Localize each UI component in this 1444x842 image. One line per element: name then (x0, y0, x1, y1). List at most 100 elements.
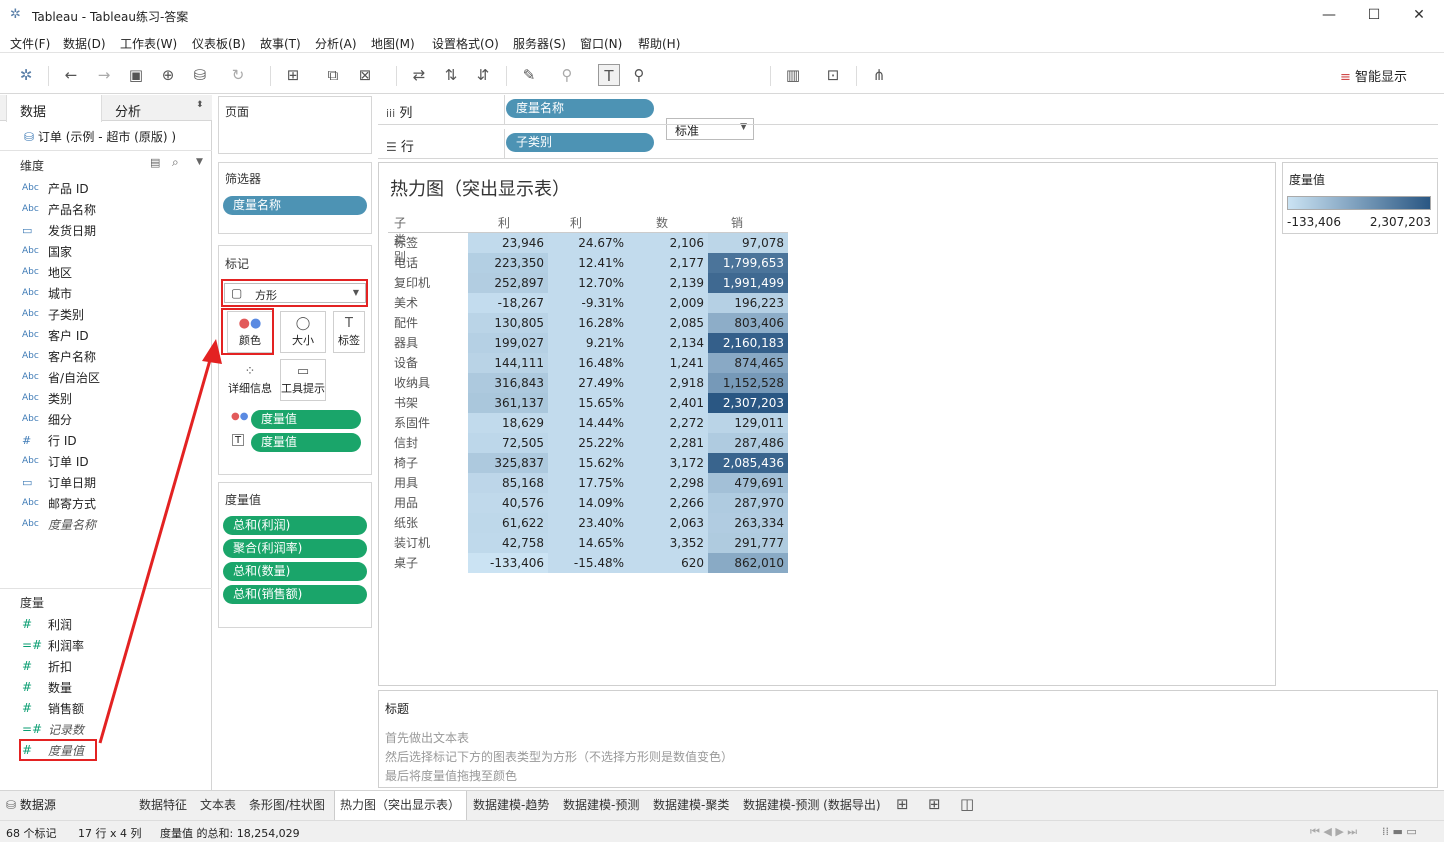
label-pill-measure-values[interactable]: 度量值 (251, 433, 361, 452)
sheet-tab-model-forecast-export[interactable]: 数据建模-预测 (数据导出) (743, 796, 881, 813)
heat-cell[interactable]: 3,172 (628, 453, 708, 473)
menu-format[interactable]: 设置格式(O) (432, 35, 499, 52)
heat-cell[interactable]: 40,576 (468, 493, 548, 513)
heat-cell[interactable]: 361,137 (468, 393, 548, 413)
heat-cell[interactable]: 2,177 (628, 253, 708, 273)
heat-cell[interactable]: 2,298 (628, 473, 708, 493)
size-mark-button[interactable]: ◯ 大小 (280, 311, 326, 353)
heat-cell[interactable]: 24.67% (548, 233, 628, 253)
dimension-field[interactable]: Abc 省/自治区 (22, 367, 100, 387)
sheet-tab-data-features[interactable]: 数据特征 (139, 796, 187, 813)
new-worksheet-icon[interactable]: ⊞ (896, 795, 909, 813)
heat-cell[interactable]: 2,160,183 (708, 333, 788, 353)
heat-cell[interactable]: -9.31% (548, 293, 628, 313)
refresh-icon[interactable]: ↻ (227, 64, 249, 86)
heat-cell[interactable]: 479,691 (708, 473, 788, 493)
new-story-icon[interactable]: ◫ (960, 795, 974, 813)
swap-rows-columns-icon[interactable]: ⇄ (408, 64, 430, 86)
row-label[interactable]: 复印机 (388, 273, 468, 293)
heat-cell[interactable]: 16.28% (548, 313, 628, 333)
row-label[interactable]: 电话 (388, 253, 468, 273)
heat-cell[interactable]: 9.21% (548, 333, 628, 353)
heat-cell[interactable]: 23.40% (548, 513, 628, 533)
heat-cell[interactable]: 72,505 (468, 433, 548, 453)
dimension-field[interactable]: Abc 地区 (22, 262, 72, 282)
dimension-field[interactable]: Abc 细分 (22, 409, 72, 429)
heat-cell[interactable]: 3,352 (628, 533, 708, 553)
sheet-sorter-icon[interactable]: ⁞⁞ ▬ ▭ (1382, 825, 1417, 838)
detail-mark-button[interactable]: ⁘ 详细信息 (227, 359, 273, 401)
tab-analysis[interactable]: 分析 ⬍ (102, 95, 210, 121)
heat-cell[interactable]: 862,010 (708, 553, 788, 573)
dimension-field[interactable]: Abc 国家 (22, 241, 72, 261)
heat-cell[interactable]: 17.75% (548, 473, 628, 493)
mv-pill-profit-ratio[interactable]: 聚合(利润率) (223, 539, 367, 558)
sheet-tab-model-forecast[interactable]: 数据建模-预测 (563, 796, 639, 813)
save-icon[interactable]: ▣ (125, 64, 147, 86)
heat-cell[interactable]: 18,629 (468, 413, 548, 433)
heat-cell[interactable]: 2,918 (628, 373, 708, 393)
heat-cell[interactable]: 196,223 (708, 293, 788, 313)
sort-descending-icon[interactable]: ⇵ (472, 64, 494, 86)
measure-field[interactable]: # 销售额 (22, 698, 84, 718)
show-me-button[interactable]: ≡ 智能显示 (1340, 66, 1407, 85)
heat-cell[interactable]: 97,078 (708, 233, 788, 253)
fix-axes-icon[interactable]: ⚲ (628, 64, 650, 86)
show-mark-labels-icon[interactable]: T (598, 64, 620, 86)
heat-cell[interactable]: 1,241 (628, 353, 708, 373)
dimensions-menu-icon[interactable]: ▼ (196, 157, 203, 167)
heat-cell[interactable]: 14.09% (548, 493, 628, 513)
menu-map[interactable]: 地图(M) (371, 35, 415, 52)
pages-shelf[interactable]: 页面 (218, 96, 372, 154)
show-cards-icon[interactable]: ▥ (782, 64, 804, 86)
heat-cell[interactable]: 620 (628, 553, 708, 573)
heat-cell[interactable]: 2,266 (628, 493, 708, 513)
view-list-icon[interactable]: ▤ (150, 156, 160, 169)
menu-help[interactable]: 帮助(H) (638, 35, 680, 52)
heat-cell[interactable]: 2,085 (628, 313, 708, 333)
highlight-icon[interactable]: ✎ (518, 64, 540, 86)
sheet-tab-heatmap[interactable]: 热力图（突出显示表） (340, 796, 460, 813)
row-label[interactable]: 用具 (388, 473, 468, 493)
heat-cell[interactable]: 252,897 (468, 273, 548, 293)
heat-cell[interactable]: 2,401 (628, 393, 708, 413)
heat-cell[interactable]: 15.62% (548, 453, 628, 473)
row-label[interactable]: 椅子 (388, 453, 468, 473)
header-quantity[interactable]: 数量 (656, 214, 668, 247)
row-label[interactable]: 标签 (388, 233, 468, 253)
menu-worksheet[interactable]: 工作表(W) (120, 35, 177, 52)
heat-cell[interactable]: 12.70% (548, 273, 628, 293)
heat-cell[interactable]: 199,027 (468, 333, 548, 353)
dimension-field[interactable]: Abc 子类别 (22, 304, 84, 324)
mv-pill-sales[interactable]: 总和(销售额) (223, 585, 367, 604)
share-icon[interactable]: ⋔ (868, 64, 890, 86)
new-datasource-icon[interactable]: ⊕ (157, 64, 179, 86)
dimension-field[interactable]: Abc 类别 (22, 388, 72, 408)
duplicate-sheet-icon[interactable]: ⧉ (322, 64, 344, 86)
heat-cell[interactable]: 129,011 (708, 413, 788, 433)
mv-pill-quantity[interactable]: 总和(数量) (223, 562, 367, 581)
sheet-tab-text-table[interactable]: 文本表 (200, 796, 236, 813)
measure-field[interactable]: =# 记录数 (22, 719, 84, 739)
menu-file[interactable]: 文件(F) (10, 35, 50, 52)
heat-cell[interactable]: 14.65% (548, 533, 628, 553)
dimension-field[interactable]: Abc 订单 ID (22, 451, 89, 471)
heat-cell[interactable]: 15.65% (548, 393, 628, 413)
dimension-field[interactable]: Abc 邮寄方式 (22, 493, 96, 513)
row-label[interactable]: 信封 (388, 433, 468, 453)
heat-cell[interactable]: 25.22% (548, 433, 628, 453)
heat-cell[interactable]: -133,406 (468, 553, 548, 573)
heat-cell[interactable]: 2,139 (628, 273, 708, 293)
maximize-button[interactable]: ☐ (1351, 4, 1397, 26)
row-label[interactable]: 器具 (388, 333, 468, 353)
heat-cell[interactable]: 2,272 (628, 413, 708, 433)
dimension-field[interactable]: Abc 客户 ID (22, 325, 89, 345)
dimension-field[interactable]: Abc 城市 (22, 283, 72, 303)
minimize-button[interactable]: — (1306, 4, 1352, 26)
row-label[interactable]: 装订机 (388, 533, 468, 553)
row-label[interactable]: 系固件 (388, 413, 468, 433)
datasource-item[interactable]: ⛁ 订单 (示例 - 超市 (原版) ) (24, 128, 176, 145)
row-label[interactable]: 配件 (388, 313, 468, 333)
menu-story[interactable]: 故事(T) (260, 35, 301, 52)
menu-dashboard[interactable]: 仪表板(B) (192, 35, 246, 52)
